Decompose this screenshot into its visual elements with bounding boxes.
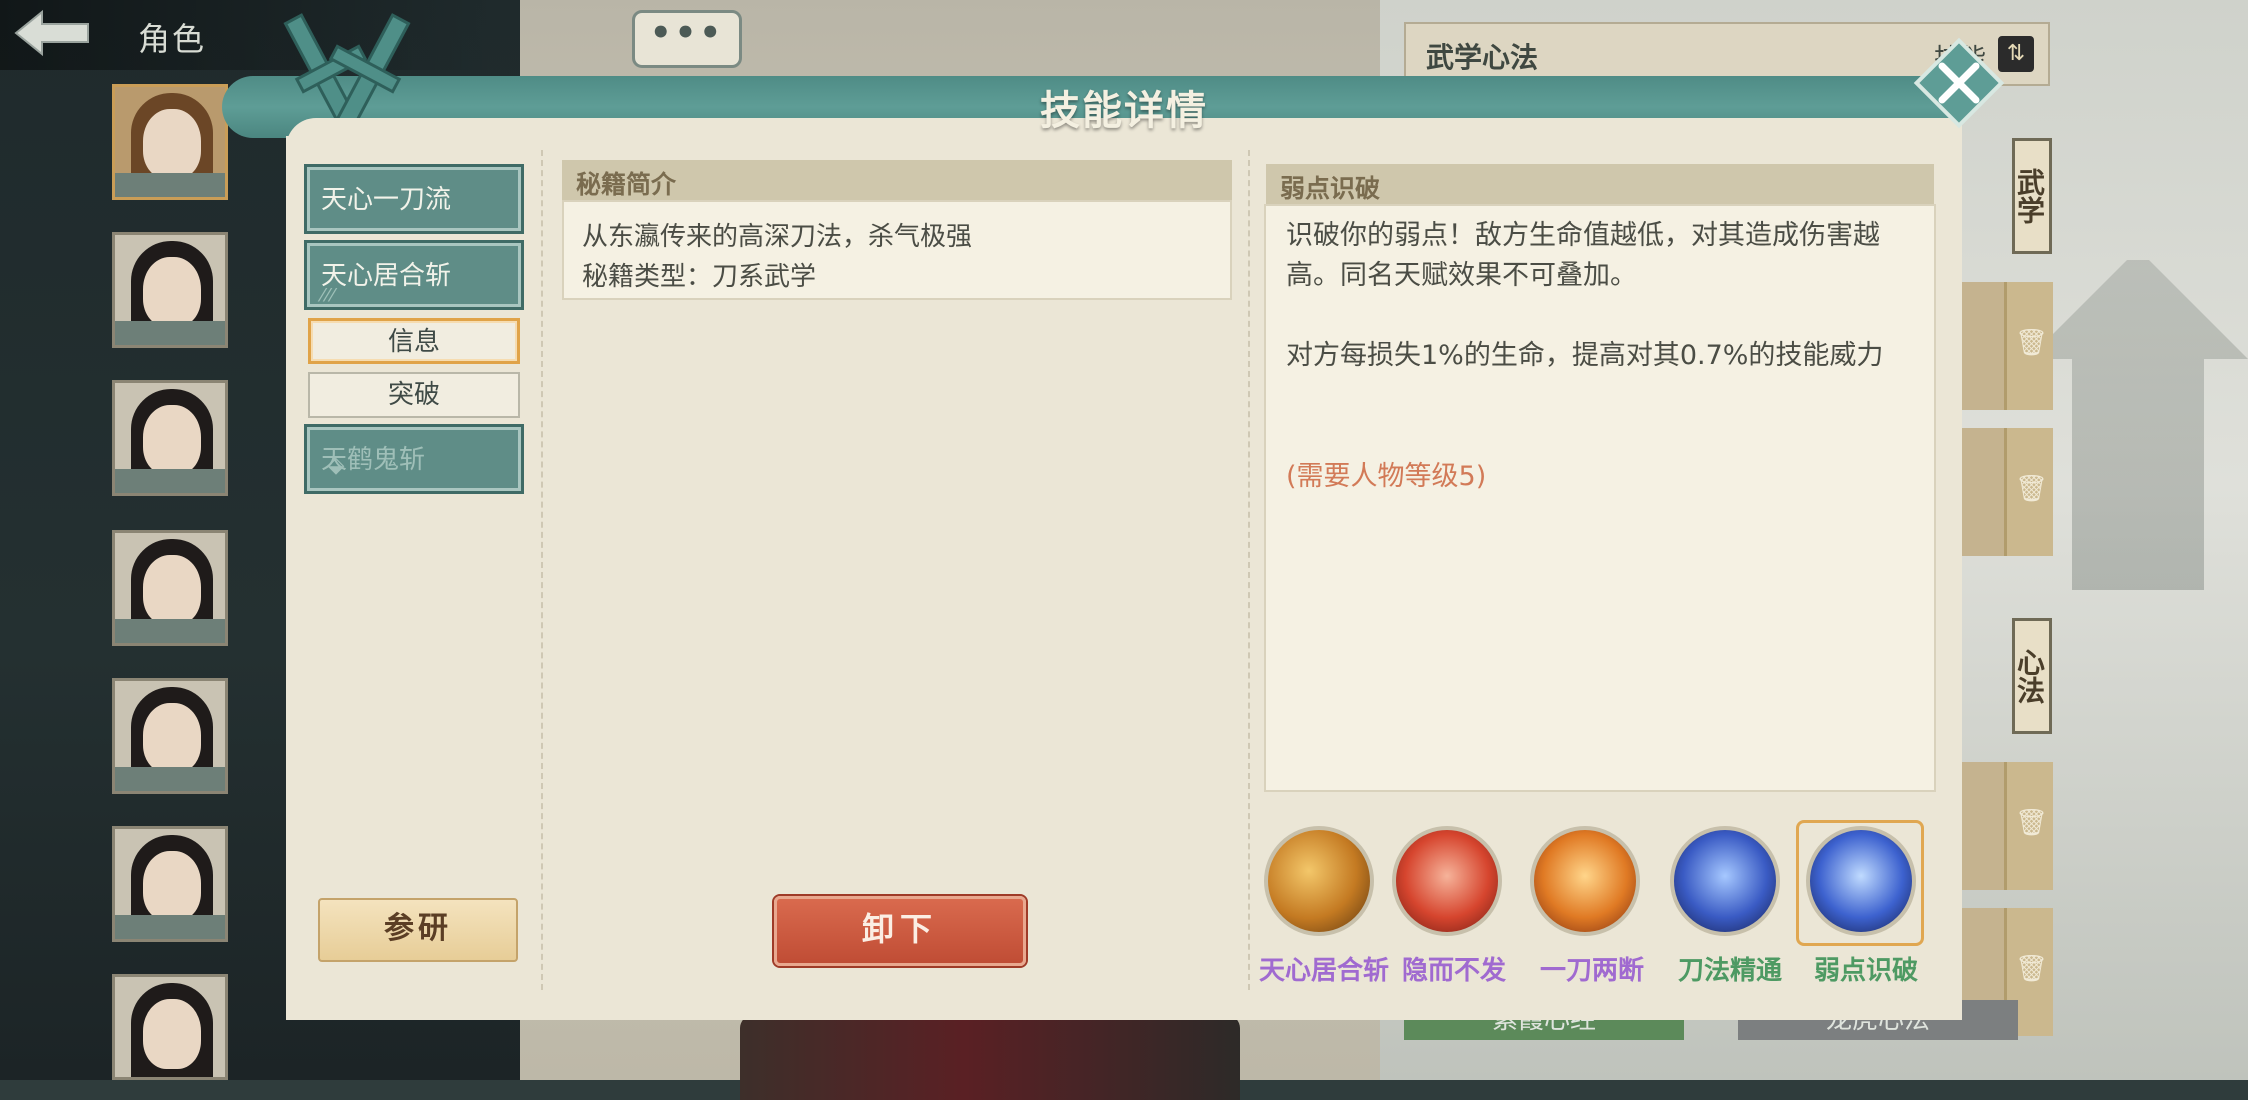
back-arrow-icon — [14, 9, 89, 57]
trash-icon[interactable]: 🗑 — [2015, 954, 2048, 984]
skill-slot-3[interactable]: 🗑 — [2004, 762, 2053, 890]
back-button[interactable] — [12, 6, 92, 60]
skill-icon-label-3: 一刀两断 — [1539, 956, 1644, 986]
tab-breakthrough[interactable]: 突破 — [308, 372, 520, 418]
talent-description-box: 识破你的弱点！敌方生命值越低，对其造成伤害越高。同名天赋效果不可叠加。 对方每损… — [1264, 204, 1936, 792]
portrait-face — [143, 851, 201, 921]
portrait-face — [143, 999, 201, 1069]
martial-tag[interactable]: 武学 — [2012, 138, 2052, 254]
skill-slot-1[interactable]: 🗑 — [2004, 282, 2053, 410]
skill-item-tianxin-juhezhan[interactable]: 天心居合斩 ⁄⁄⁄ — [304, 240, 524, 310]
portrait-robe — [115, 173, 225, 197]
trash-icon[interactable]: 🗑 — [2015, 808, 2048, 838]
skill-item-tianxin-yidaoliu[interactable]: 天心一刀流 — [304, 164, 524, 234]
column-divider — [541, 150, 543, 990]
talent-text-1: 识破你的弱点！敌方生命值越低，对其造成伤害越高。同名天赋效果不可叠加。 — [1286, 220, 1880, 291]
book-description: 从东瀛传来的高深刀法，杀气极强 — [582, 222, 973, 252]
character-portrait-6[interactable] — [112, 826, 228, 942]
trash-icon[interactable]: 🗑 — [2015, 474, 2048, 504]
talent-requirement: (需要人物等级5) — [1286, 461, 1487, 492]
talent-header: 弱点识破 — [1266, 164, 1934, 204]
portrait-robe — [115, 321, 225, 345]
chat-button[interactable]: ••• — [632, 10, 742, 68]
tab-info[interactable]: 信息 — [308, 318, 520, 364]
slot-preview — [1960, 762, 2004, 890]
book-intro-header: 秘籍简介 — [562, 160, 1232, 200]
skill-icon-ruodian-shipo[interactable] — [1806, 826, 1916, 936]
portrait-face — [143, 257, 201, 327]
portrait-face — [143, 703, 201, 773]
character-portrait-3[interactable] — [112, 380, 228, 496]
unequip-button[interactable]: 卸下 — [774, 896, 1026, 966]
talent-title: 弱点识破 — [1280, 174, 1381, 203]
portrait-face — [143, 555, 201, 625]
portrait-face — [143, 405, 201, 475]
slot-preview — [1960, 428, 2004, 556]
skill-icon-label-4: 刀法精通 — [1677, 956, 1782, 986]
talent-text-2: 对方每损失1%的生命，提高对其0.7%的技能威力 — [1286, 340, 1884, 371]
portrait-robe — [115, 915, 225, 939]
character-portrait-7[interactable] — [112, 974, 228, 1080]
skill-item-label: 天心居合斩 — [321, 261, 452, 291]
skill-item-tianhe-guizhan[interactable]: 天鹤鬼斩 ⬙ — [304, 424, 524, 494]
page-title: 角色 — [138, 20, 207, 58]
skill-icon-yin-er-bu-fa[interactable] — [1392, 826, 1502, 936]
character-portrait-5[interactable] — [112, 678, 228, 794]
trash-icon[interactable]: 🗑 — [2015, 328, 2048, 358]
skill-icon-daofa-jingtong[interactable] — [1670, 826, 1780, 936]
skill-icon-label-2: 隐而不发 — [1401, 956, 1506, 986]
slot-preview — [1960, 282, 2004, 410]
skill-slot-2[interactable]: 🗑 — [2004, 428, 2053, 556]
skill-icon-tianxin-juhezhan[interactable] — [1264, 826, 1374, 936]
locked-gem-icon: ⬙ — [327, 453, 345, 478]
close-button[interactable] — [1910, 34, 2008, 132]
skill-icon-label-5: 弱点识破 — [1813, 956, 1918, 986]
book-intro-box: 从东瀛传来的高深刀法，杀气极强 秘籍类型：刀系武学 — [562, 200, 1232, 300]
skill-item-marks: ⁄⁄⁄ — [321, 285, 337, 306]
column-divider — [1248, 150, 1250, 990]
portrait-robe — [115, 469, 225, 493]
character-portrait-2[interactable] — [112, 232, 228, 348]
martial-panel-title: 武学心法 — [1426, 41, 1539, 74]
heart-tag[interactable]: 心法 — [2012, 618, 2052, 734]
character-portrait-4[interactable] — [112, 530, 228, 646]
research-button[interactable]: 参研 — [318, 898, 518, 962]
portrait-robe — [115, 767, 225, 791]
portrait-robe — [115, 619, 225, 643]
book-intro-title: 秘籍简介 — [576, 170, 677, 199]
skill-item-label: 天心一刀流 — [321, 185, 452, 215]
book-type: 秘籍类型：刀系武学 — [582, 262, 817, 292]
skill-icon-label-1: 天心居合斩 — [1258, 956, 1389, 986]
skill-icon-yi-dao-liang-duan[interactable] — [1530, 826, 1640, 936]
